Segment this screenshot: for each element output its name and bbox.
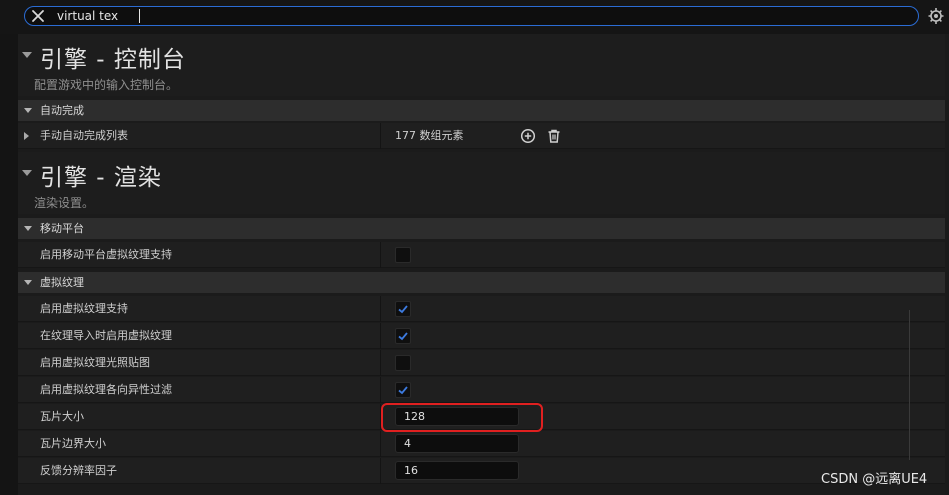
vt-support-checkbox[interactable]	[395, 301, 411, 317]
section-engine-rendering[interactable]: 引擎 - 渲染 渲染设置。	[18, 152, 945, 214]
expand-arrow-icon[interactable]	[24, 132, 29, 140]
property-label: 启用虚拟纹理光照贴图	[40, 356, 150, 369]
section-description: 配置游戏中的输入控制台。	[34, 78, 179, 92]
column-divider[interactable]	[380, 431, 381, 457]
delete-trash-icon[interactable]	[546, 128, 562, 144]
gear-icon[interactable]	[927, 6, 945, 26]
property-label: 瓦片边界大小	[40, 437, 106, 450]
property-label: 反馈分辨率因子	[40, 464, 117, 477]
property-label: 启用虚拟纹理各向异性过滤	[40, 383, 172, 396]
row-vt-on-import: 在纹理导入时启用虚拟纹理	[18, 323, 945, 349]
property-label: 启用移动平台虚拟纹理支持	[40, 248, 172, 261]
search-toolbar	[0, 0, 949, 34]
array-count: 177 数组元素	[395, 129, 464, 142]
collapse-arrow-icon[interactable]	[24, 280, 32, 285]
column-divider[interactable]	[380, 350, 381, 376]
row-feedback-factor: 反馈分辨率因子 16	[18, 458, 945, 484]
tile-border-input[interactable]: 4	[395, 434, 519, 453]
category-label: 自动完成	[40, 104, 84, 117]
scrollbar-track[interactable]	[909, 310, 910, 460]
row-mobile-vt-support: 启用移动平台虚拟纹理支持	[18, 242, 945, 268]
property-label: 启用虚拟纹理支持	[40, 302, 128, 315]
category-label: 移动平台	[40, 222, 84, 235]
column-divider[interactable]	[380, 123, 381, 149]
column-divider[interactable]	[380, 458, 381, 484]
vt-anisotropic-checkbox[interactable]	[395, 382, 411, 398]
collapse-arrow-icon[interactable]	[24, 108, 32, 113]
category-autocomplete[interactable]: 自动完成	[18, 100, 945, 121]
vt-on-import-checkbox[interactable]	[395, 328, 411, 344]
watermark: CSDN @远离UE4	[821, 472, 928, 487]
category-mobile[interactable]: 移动平台	[18, 218, 945, 239]
column-divider[interactable]	[380, 377, 381, 403]
row-vt-support: 启用虚拟纹理支持	[18, 296, 945, 322]
text-caret	[139, 9, 140, 23]
feedback-factor-input[interactable]: 16	[395, 461, 519, 480]
mobile-vt-checkbox[interactable]	[395, 247, 411, 263]
row-manual-autocomplete: 手动自动完成列表 177 数组元素	[18, 123, 945, 149]
search-input[interactable]	[57, 7, 857, 25]
vt-lightmaps-checkbox[interactable]	[395, 355, 411, 371]
row-vt-lightmaps: 启用虚拟纹理光照贴图	[18, 350, 945, 376]
column-divider[interactable]	[380, 323, 381, 349]
collapse-arrow-icon[interactable]	[24, 226, 32, 231]
clear-search-icon[interactable]	[30, 8, 46, 24]
category-label: 虚拟纹理	[40, 276, 84, 289]
column-divider[interactable]	[380, 296, 381, 322]
category-virtual-texture[interactable]: 虚拟纹理	[18, 272, 945, 293]
section-engine-console[interactable]: 引擎 - 控制台 配置游戏中的输入控制台。	[18, 34, 945, 96]
property-label: 手动自动完成列表	[40, 129, 128, 142]
section-title: 引擎 - 渲染	[40, 165, 162, 191]
row-vt-anisotropic: 启用虚拟纹理各向异性过滤	[18, 377, 945, 403]
add-element-icon[interactable]	[520, 128, 536, 144]
row-tile-border: 瓦片边界大小 4	[18, 431, 945, 457]
property-label: 瓦片大小	[40, 410, 84, 423]
collapse-arrow-icon[interactable]	[22, 52, 32, 58]
section-description: 渲染设置。	[34, 196, 95, 210]
left-rail	[0, 34, 18, 495]
search-box[interactable]	[24, 6, 919, 26]
property-label: 在纹理导入时启用虚拟纹理	[40, 329, 172, 342]
collapse-arrow-icon[interactable]	[22, 170, 32, 176]
red-highlight-annotation	[381, 403, 543, 432]
column-divider[interactable]	[380, 242, 381, 268]
section-title: 引擎 - 控制台	[40, 47, 186, 73]
